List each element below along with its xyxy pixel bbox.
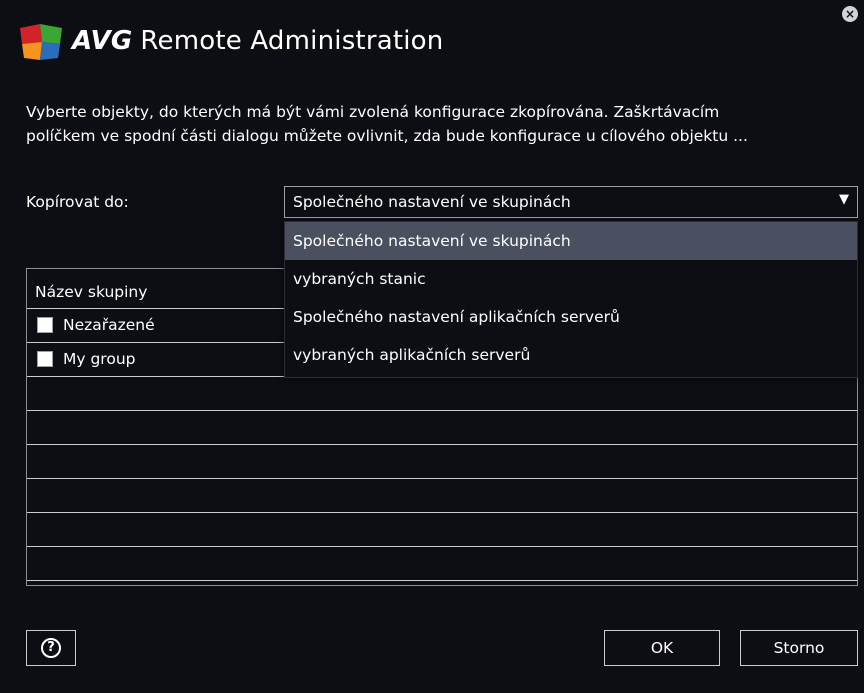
- window-title: Remote Administration: [140, 26, 444, 56]
- close-icon[interactable]: ×: [842, 6, 858, 22]
- chevron-down-icon[interactable]: ▼: [839, 192, 849, 207]
- copy-to-selected-value: Společného nastavení ve skupinách: [293, 193, 571, 211]
- table-row-empty: [27, 445, 857, 479]
- row-label: My group: [63, 350, 136, 368]
- help-button[interactable]: ?: [26, 630, 76, 666]
- cancel-button[interactable]: Storno: [740, 630, 858, 666]
- brand-name: AVG: [72, 26, 133, 56]
- avg-logo: [20, 24, 62, 60]
- option-label: vybraných aplikačních serverů: [293, 346, 531, 364]
- column-header-group-name[interactable]: Název skupiny: [35, 283, 147, 301]
- instructions-text: Vyberte objekty, do kterých má být vámi …: [26, 100, 856, 148]
- instructions-line-1: Vyberte objekty, do kterých má být vámi …: [26, 103, 720, 121]
- row-label: Nezařazené: [63, 316, 155, 334]
- option-app-server-settings[interactable]: Společného nastavení aplikačních serverů: [285, 298, 857, 336]
- option-selected-app-servers[interactable]: vybraných aplikačních serverů: [285, 336, 857, 374]
- ok-button[interactable]: OK: [604, 630, 720, 666]
- row-checkbox[interactable]: [37, 317, 53, 333]
- table-row-empty: [27, 479, 857, 513]
- instructions-line-2: políčkem ve spodní části dialogu můžete …: [26, 127, 748, 145]
- title-bar: AVG Remote Administration ×: [0, 0, 864, 82]
- option-label: Společného nastavení ve skupinách: [293, 232, 571, 250]
- copy-config-dialog: AVG Remote Administration × Vyberte objek…: [0, 0, 864, 693]
- app-title: AVG Remote Administration: [72, 26, 443, 56]
- option-label: Společného nastavení aplikačních serverů: [293, 308, 620, 326]
- option-selected-stations[interactable]: vybraných stanic: [285, 260, 857, 298]
- option-group-settings[interactable]: Společného nastavení ve skupinách: [285, 222, 857, 260]
- option-label: vybraných stanic: [293, 270, 426, 288]
- copy-to-select[interactable]: Společného nastavení ve skupinách ▼: [284, 186, 858, 218]
- row-checkbox[interactable]: [37, 351, 53, 367]
- copy-to-label: Kopírovat do:: [26, 193, 129, 211]
- table-row-empty: [27, 377, 857, 411]
- table-row-empty: [27, 513, 857, 547]
- help-icon: ?: [41, 638, 61, 658]
- copy-to-options-list: Společného nastavení ve skupinách vybran…: [284, 221, 858, 378]
- table-row-empty: [27, 547, 857, 581]
- table-row-empty: [27, 411, 857, 445]
